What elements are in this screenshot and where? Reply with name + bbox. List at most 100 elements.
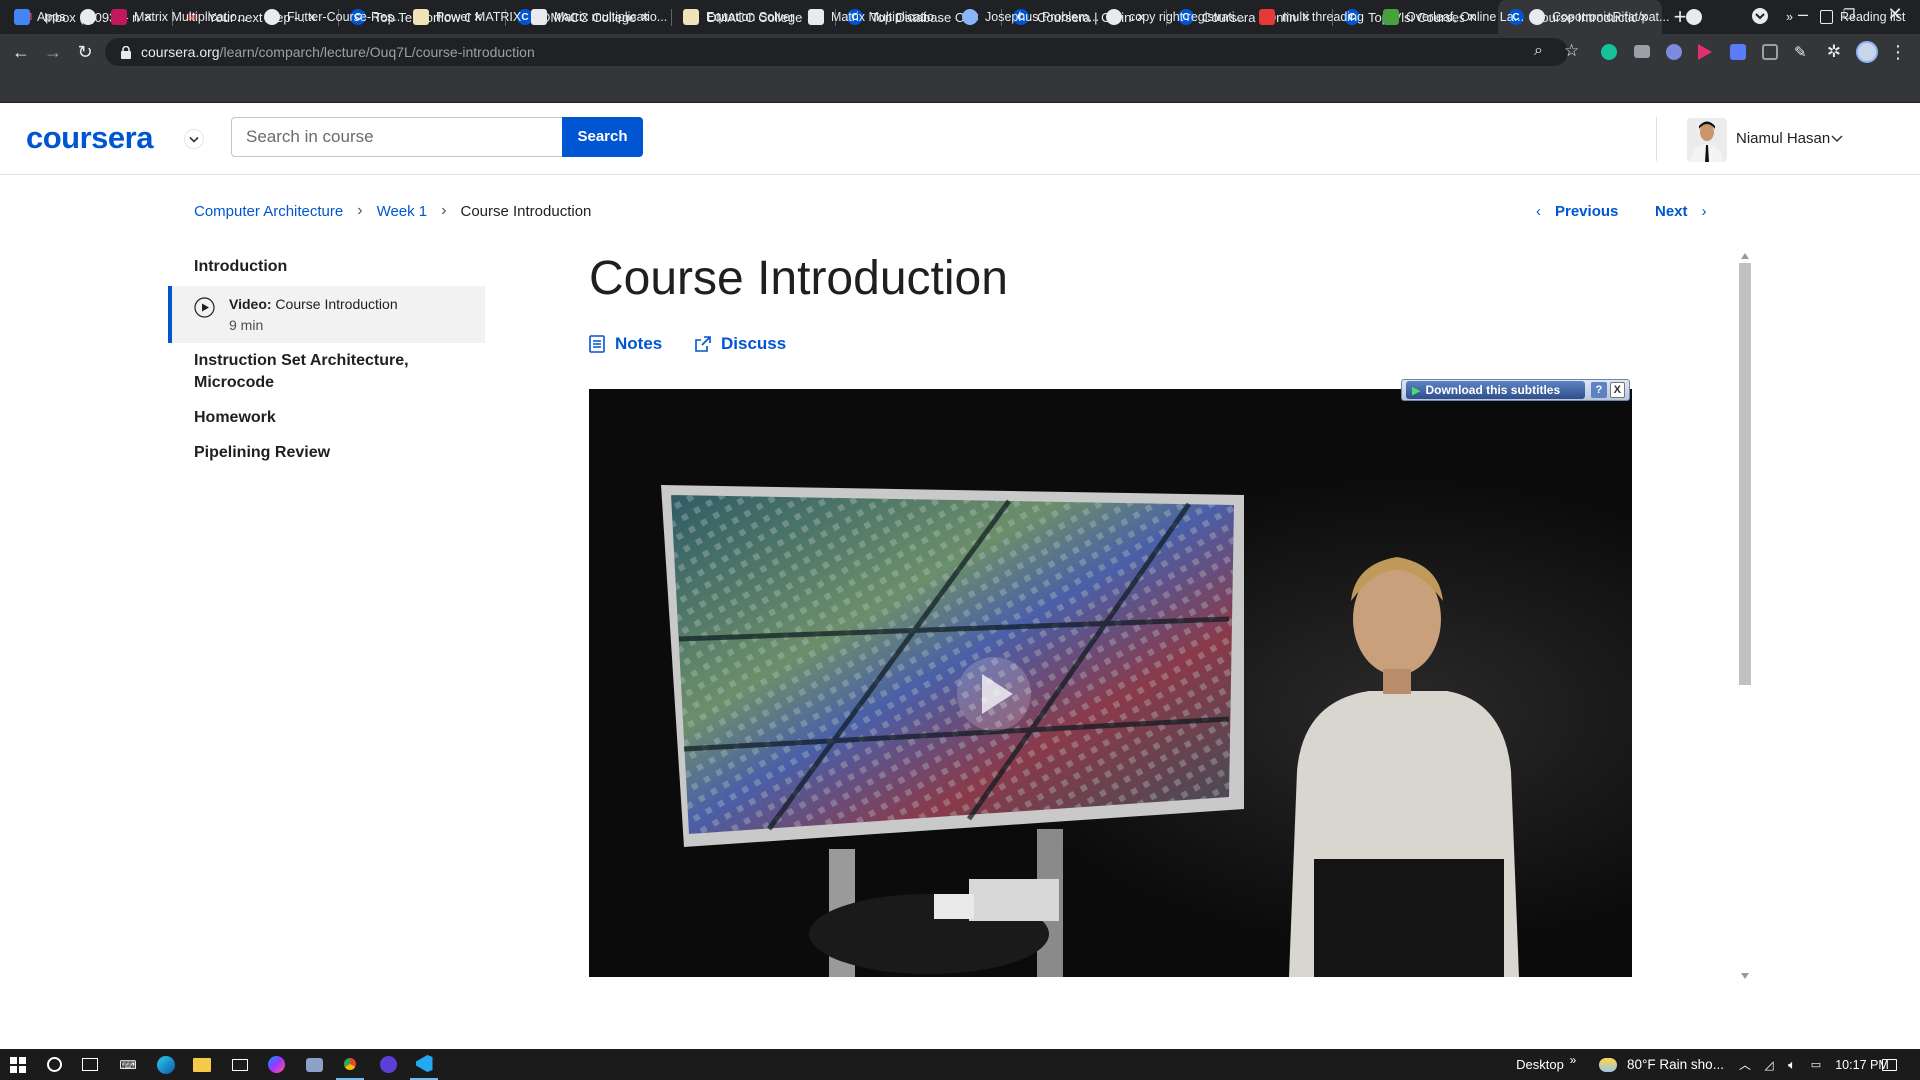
scroll-up-arrow[interactable] <box>1741 253 1749 259</box>
site-header: coursera Search in course Search Niamul … <box>0 103 1920 175</box>
minimize-icon[interactable]: – <box>1793 4 1813 24</box>
bookmark-item[interactable]: CopotronicRifat/pat... <box>1529 7 1669 27</box>
extensions-puzzle-icon[interactable]: ✲ <box>1824 42 1844 62</box>
scroll-thumb[interactable] <box>1739 263 1751 685</box>
video-player[interactable] <box>589 389 1632 977</box>
discuss-button[interactable]: Discuss <box>695 334 786 354</box>
sidebar-item-course-introduction[interactable]: Video: Course Introduction 9 min <box>168 286 485 343</box>
grammarly-extension-icon[interactable] <box>1601 44 1617 60</box>
weather-widget[interactable]: 80°F Rain sho... <box>1627 1049 1731 1080</box>
bookmark-label: Equation Solver <box>706 10 795 24</box>
bookmark-item[interactable]: multi threading <box>1259 7 1364 27</box>
bookmark-item[interactable]: Matrix Multiplicatio... <box>808 7 944 27</box>
sidebar-section-introduction[interactable]: Introduction <box>194 256 287 278</box>
content-scrollbar[interactable] <box>1738 253 1752 981</box>
desktop-overflow-icon[interactable]: » <box>1567 1049 1579 1080</box>
bookmark-item[interactable]: Apps <box>14 7 66 27</box>
start-button[interactable] <box>4 1049 32 1080</box>
bookmark-item[interactable]: Matrix Multiplicatio... <box>111 7 247 27</box>
user-avatar[interactable] <box>1687 118 1727 162</box>
notes-button[interactable]: Notes <box>589 334 662 354</box>
extension-icon[interactable] <box>1762 44 1778 60</box>
r-icon <box>808 9 824 25</box>
search-circle-icon[interactable] <box>40 1049 68 1080</box>
next-label: Next <box>1655 203 1688 220</box>
bookmark-item[interactable]: Flutter-Course-Res... <box>264 7 404 27</box>
mail-icon[interactable] <box>226 1049 254 1080</box>
download-extension-icon[interactable] <box>1730 44 1746 60</box>
sidebar-section-homework[interactable]: Homework <box>194 407 276 429</box>
breadcrumb-week[interactable]: Week 1 <box>377 203 428 220</box>
bookmark-item[interactable]: Power MATRIX <box>413 7 521 27</box>
chevron-down-icon[interactable] <box>1831 135 1843 143</box>
folder-icon <box>413 9 429 25</box>
sidebar-item-label: Video: Course Introduction <box>229 296 398 312</box>
sidebar-section-isa[interactable]: Instruction Set Architecture, Microcode <box>194 350 454 394</box>
sidebar-item-duration: 9 min <box>229 317 264 333</box>
subtitle-help-button[interactable]: ? <box>1591 382 1607 398</box>
extension-icon[interactable] <box>1698 44 1712 60</box>
desktop-toolbar[interactable]: Desktop <box>1515 1049 1565 1080</box>
search-button[interactable]: Search <box>562 117 643 157</box>
pen-extension-icon[interactable]: ✎ <box>1794 43 1810 61</box>
bookmark-item[interactable]: Overleaf, Online La... <box>1383 7 1524 27</box>
profile-avatar[interactable] <box>1856 41 1878 63</box>
app-icon[interactable] <box>374 1049 402 1080</box>
forward-icon[interactable]: → <box>43 42 63 62</box>
address-bar[interactable]: coursera.org/learn/comparch/lecture/Ouq7… <box>105 38 1579 66</box>
bookmark-label: Matrix multiplicatio... <box>554 10 668 24</box>
play-arrow-icon: ▶ <box>1412 384 1421 397</box>
edge-icon[interactable] <box>152 1049 180 1080</box>
volume-icon[interactable]: 🔈︎ <box>1782 1049 1802 1080</box>
previous-link[interactable]: ‹ Previous <box>1536 203 1618 220</box>
url-domain: coursera.org <box>141 44 220 60</box>
d-icon <box>1259 9 1275 25</box>
sidebar-section-pipelining[interactable]: Pipelining Review <box>194 442 330 464</box>
extension-icon[interactable] <box>1666 44 1682 60</box>
subtitle-close-button[interactable]: X <box>1609 382 1625 398</box>
language-icon[interactable]: ▭ <box>1806 1049 1826 1080</box>
user-name[interactable]: Niamul Hasan <box>1736 130 1830 147</box>
video-frame <box>589 389 1632 977</box>
vscode-icon[interactable] <box>410 1049 438 1080</box>
tray-chevron-up-icon[interactable]: ︿ <box>1736 1049 1754 1080</box>
scroll-down-arrow[interactable] <box>1741 973 1749 979</box>
coursera-page: coursera Search in course Search Niamul … <box>0 103 1920 1049</box>
zoom-icon[interactable]: ⌕ <box>1534 42 1543 60</box>
reload-icon[interactable]: ↻ <box>75 42 95 62</box>
notifications-icon[interactable] <box>1876 1049 1902 1080</box>
bookmark-item[interactable]: Equation Solver <box>683 7 794 27</box>
weather-icon[interactable] <box>1597 1049 1619 1080</box>
bookmark-item[interactable] <box>1686 7 1709 27</box>
network-icon[interactable]: ◿ <box>1760 1049 1778 1080</box>
back-icon[interactable]: ← <box>11 42 31 62</box>
terminal-icon[interactable]: ⌨ <box>114 1049 142 1080</box>
reading-list-button[interactable]: Reading list <box>1820 7 1905 27</box>
url-path: /learn/comparch/lecture/Ouq7L/course-int… <box>219 44 535 60</box>
bookmark-item[interactable] <box>80 7 103 27</box>
chevron-down-icon[interactable] <box>184 129 204 149</box>
bookmark-star-icon[interactable]: ☆ <box>1564 41 1579 61</box>
app-icon[interactable] <box>300 1049 328 1080</box>
coursera-logo[interactable]: coursera <box>26 120 153 156</box>
bookmark-label: Josephus Problem... <box>985 10 1099 24</box>
chevron-left-icon: ‹ <box>1536 203 1541 220</box>
menu-kebab-icon[interactable]: ⋮ <box>1888 42 1908 62</box>
next-link[interactable]: Next › <box>1655 203 1707 220</box>
bookmark-label: Power MATRIX <box>436 10 522 24</box>
camera-extension-icon[interactable] <box>1634 45 1650 58</box>
breadcrumb: Computer Architecture › Week 1 › Course … <box>194 202 591 220</box>
file-explorer-icon[interactable] <box>188 1049 216 1080</box>
messenger-icon[interactable] <box>262 1049 290 1080</box>
tab-search-icon[interactable] <box>1750 7 1770 29</box>
breadcrumb-course[interactable]: Computer Architecture <box>194 203 343 220</box>
bookmark-item[interactable]: Matrix multiplicatio... <box>531 7 667 27</box>
download-subtitles-button[interactable]: ▶ Download this subtitles <box>1406 381 1586 399</box>
bookmark-item[interactable]: Josephus Problem... <box>962 7 1099 27</box>
search-input[interactable]: Search in course <box>231 117 563 157</box>
bookmark-item[interactable]: copy right registrati... <box>1106 7 1245 27</box>
chrome-taskbar-icon[interactable] <box>336 1049 364 1080</box>
bookmarks-overflow[interactable]: » <box>1786 7 1793 27</box>
discuss-label: Discuss <box>721 334 787 353</box>
task-view-icon[interactable] <box>76 1049 104 1080</box>
